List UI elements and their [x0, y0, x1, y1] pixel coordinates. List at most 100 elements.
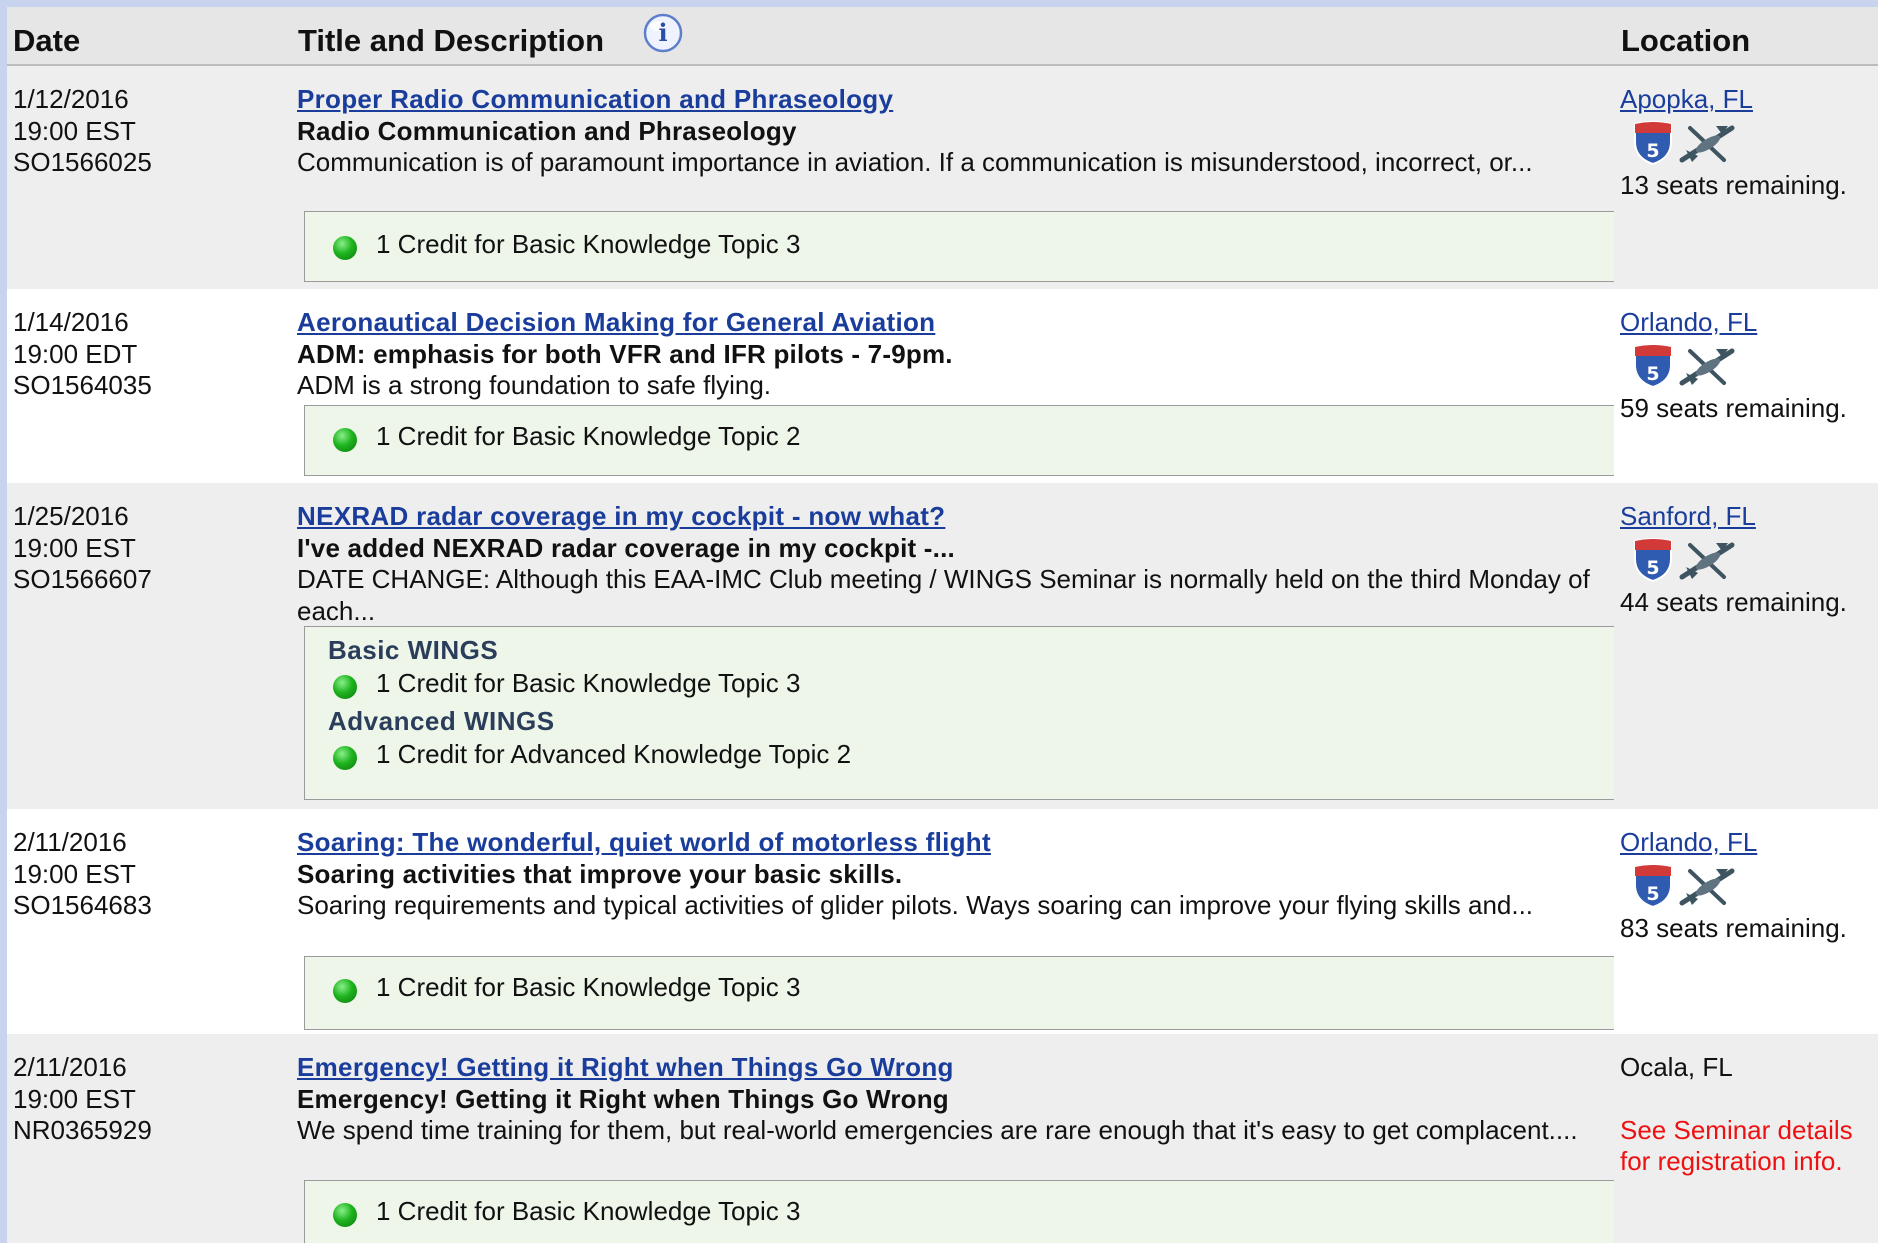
seminar-subtitle: ADM: emphasis for both VFR and IFR pilot…	[297, 338, 953, 369]
green-dot-icon	[333, 746, 357, 770]
seats-remaining: 59 seats remaining.	[1620, 392, 1847, 423]
credits-box: 1 Credit for Basic Knowledge Topic 3	[304, 211, 1614, 282]
location-cell: Orlando, FL 5 83 seats remaining.	[1620, 827, 1878, 944]
seminar-time: 19:00 EDT	[13, 338, 138, 369]
seminar-description: Soaring requirements and typical activit…	[297, 890, 1534, 920]
credit-text: 1 Credit for Basic Knowledge Topic 3	[376, 668, 801, 698]
title-cell: NEXRAD radar coverage in my cockpit - no…	[297, 501, 1612, 627]
table-row: 1/25/2016 19:00 EST SO1566607 NEXRAD rad…	[7, 483, 1878, 809]
location-link[interactable]: Sanford, FL	[1620, 501, 1756, 531]
seminar-title-link[interactable]: Soaring: The wonderful, quiet world of m…	[297, 827, 1612, 859]
credit-text: 1 Credit for Advanced Knowledge Topic 2	[376, 739, 852, 769]
seminar-id: NR0365929	[13, 1115, 152, 1145]
credits-box: 1 Credit for Basic Knowledge Topic 3	[304, 1180, 1614, 1243]
credit-group-basic: Basic WINGS	[328, 635, 499, 665]
location-cell: Apopka, FL 5 13 seats remaining.	[1620, 84, 1878, 201]
credit-group-advanced: Advanced WINGS	[328, 706, 555, 736]
seminar-time: 19:00 EST	[13, 1083, 136, 1114]
date-cell: 1/25/2016 19:00 EST SO1566607	[13, 501, 152, 596]
column-header-date[interactable]: Date	[13, 23, 80, 59]
seminar-description: Communication is of paramount importance…	[297, 147, 1533, 177]
registration-note-line1: See Seminar details	[1620, 1114, 1853, 1145]
svg-text:5: 5	[1646, 363, 1659, 385]
seminar-description: ADM is a strong foundation to safe flyin…	[297, 370, 772, 400]
seats-remaining: 13 seats remaining.	[1620, 169, 1847, 200]
seminar-id: SO1566025	[13, 147, 152, 177]
seminar-title-link[interactable]: Proper Radio Communication and Phraseolo…	[297, 84, 1612, 116]
column-header-title[interactable]: Title and Description	[298, 23, 604, 59]
credits-box: Basic WINGS 1 Credit for Basic Knowledge…	[304, 626, 1614, 800]
date-cell: 1/14/2016 19:00 EDT SO1564035	[13, 307, 152, 402]
location-icons: 5	[1620, 863, 1740, 911]
seminar-description: We spend time training for them, but rea…	[297, 1115, 1578, 1145]
seminar-date: 2/11/2016	[13, 1052, 127, 1082]
location-cell: Sanford, FL 5 44 seats remaining.	[1620, 501, 1878, 618]
seminar-subtitle: Emergency! Getting it Right when Things …	[297, 1083, 949, 1114]
location-link[interactable]: Apopka, FL	[1620, 84, 1753, 114]
svg-text:i: i	[658, 18, 667, 47]
seminar-subtitle: I've added NEXRAD radar coverage in my c…	[297, 532, 955, 563]
seminar-time: 19:00 EST	[13, 858, 136, 889]
date-cell: 2/11/2016 19:00 EST SO1564683	[13, 827, 152, 922]
seminar-title-link[interactable]: Emergency! Getting it Right when Things …	[297, 1052, 1612, 1084]
seminar-subtitle: Soaring activities that improve your bas…	[297, 858, 903, 889]
credits-box: 1 Credit for Basic Knowledge Topic 2	[304, 405, 1614, 476]
seats-remaining: 83 seats remaining.	[1620, 912, 1847, 943]
credits-box: 1 Credit for Basic Knowledge Topic 3	[304, 956, 1614, 1030]
credit-text: 1 Credit for Basic Knowledge Topic 3	[376, 229, 801, 259]
title-cell: Aeronautical Decision Making for General…	[297, 307, 1612, 402]
interstate-shield-icon[interactable]: 5	[1632, 863, 1674, 909]
airplane-icon[interactable]	[1678, 865, 1736, 907]
seminar-time: 19:00 EST	[13, 115, 136, 146]
green-dot-icon	[333, 979, 357, 1003]
green-dot-icon	[333, 1203, 357, 1227]
title-cell: Proper Radio Communication and Phraseolo…	[297, 84, 1612, 179]
seminar-id: SO1564035	[13, 370, 152, 400]
seminar-subtitle: Radio Communication and Phraseology	[297, 115, 797, 146]
column-header-location[interactable]: Location	[1621, 23, 1750, 59]
location-cell: Ocala, FL See Seminar details for regist…	[1620, 1052, 1878, 1178]
airplane-icon[interactable]	[1678, 122, 1736, 164]
seminar-list: Date Title and Description i Location 1/…	[7, 7, 1878, 1243]
date-cell: 1/12/2016 19:00 EST SO1566025	[13, 84, 152, 179]
airplane-icon[interactable]	[1678, 539, 1736, 581]
interstate-shield-icon[interactable]: 5	[1632, 537, 1674, 583]
airplane-icon[interactable]	[1678, 345, 1736, 387]
title-cell: Soaring: The wonderful, quiet world of m…	[297, 827, 1612, 922]
seminar-date: 2/11/2016	[13, 827, 127, 857]
title-cell: Emergency! Getting it Right when Things …	[297, 1052, 1612, 1147]
location-link[interactable]: Orlando, FL	[1620, 827, 1757, 857]
interstate-shield-icon[interactable]: 5	[1632, 343, 1674, 389]
seminar-id: SO1564683	[13, 890, 152, 920]
seminar-date: 1/14/2016	[13, 307, 129, 337]
green-dot-icon	[333, 675, 357, 699]
seminar-id: SO1566607	[13, 564, 152, 594]
location-icons: 5	[1620, 537, 1740, 585]
table-row: 1/14/2016 19:00 EDT SO1564035 Aeronautic…	[7, 289, 1878, 483]
green-dot-icon	[333, 236, 357, 260]
registration-note-line2: for registration info.	[1620, 1146, 1843, 1176]
seminar-date: 1/12/2016	[13, 84, 129, 114]
credit-text: 1 Credit for Basic Knowledge Topic 3	[376, 972, 801, 1002]
date-cell: 2/11/2016 19:00 EST NR0365929	[13, 1052, 152, 1147]
table-row: 1/12/2016 19:00 EST SO1566025 Proper Rad…	[7, 66, 1878, 289]
table-header: Date Title and Description i Location	[7, 7, 1878, 66]
seminar-title-link[interactable]: Aeronautical Decision Making for General…	[297, 307, 1612, 339]
credit-text: 1 Credit for Basic Knowledge Topic 2	[376, 421, 801, 451]
location-text: Ocala, FL	[1620, 1052, 1733, 1082]
svg-text:5: 5	[1646, 883, 1659, 905]
seminar-time: 19:00 EST	[13, 532, 136, 563]
location-icons: 5	[1620, 120, 1740, 168]
table-row: 2/11/2016 19:00 EST NR0365929 Emergency!…	[7, 1034, 1878, 1243]
seminar-date: 1/25/2016	[13, 501, 129, 531]
info-icon[interactable]: i	[640, 11, 686, 57]
svg-text:5: 5	[1646, 140, 1659, 162]
seminar-description: DATE CHANGE: Although this EAA-IMC Club …	[297, 564, 1590, 626]
interstate-shield-icon[interactable]: 5	[1632, 120, 1674, 166]
green-dot-icon	[333, 428, 357, 452]
location-icons: 5	[1620, 343, 1740, 391]
seats-remaining: 44 seats remaining.	[1620, 586, 1847, 617]
location-link[interactable]: Orlando, FL	[1620, 307, 1757, 337]
seminar-title-link[interactable]: NEXRAD radar coverage in my cockpit - no…	[297, 501, 1612, 533]
table-row: 2/11/2016 19:00 EST SO1564683 Soaring: T…	[7, 809, 1878, 1034]
